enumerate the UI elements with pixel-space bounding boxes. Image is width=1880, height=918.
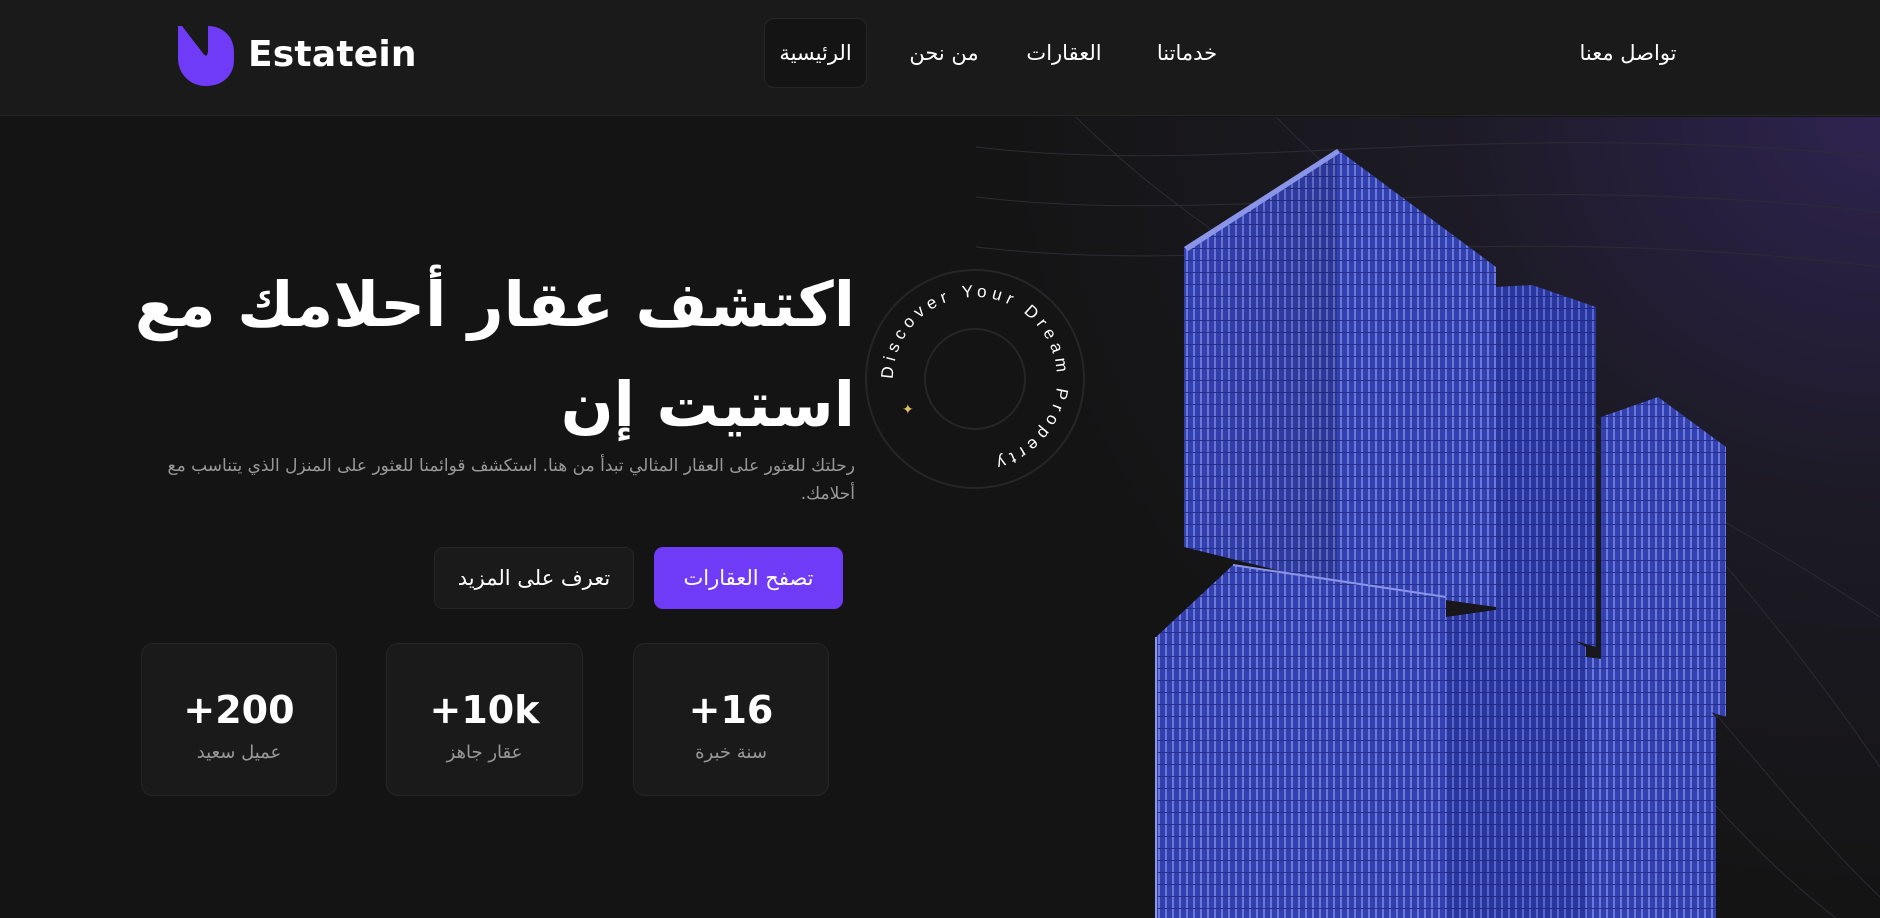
discover-badge[interactable]: Discover Your Dream Property ✦ — [864, 268, 1086, 490]
nav-properties[interactable]: العقارات — [1012, 18, 1116, 88]
logo-icon — [178, 26, 234, 86]
stat-label: عقار جاهز — [446, 742, 523, 763]
stat-value: +10k — [429, 688, 540, 732]
hero-title: اكتشف عقار أحلامك مع استيت إن — [120, 255, 855, 455]
nav-contact[interactable]: تواصل معنا — [1566, 18, 1690, 88]
building-illustration — [976, 117, 1880, 918]
stat-card-experience: +16 سنة خبرة — [633, 643, 829, 796]
learn-more-button[interactable]: تعرف على المزيد — [434, 547, 634, 609]
stat-card-clients: +200 عميل سعيد — [141, 643, 337, 796]
nav-home[interactable]: الرئيسية — [764, 18, 867, 88]
hero-title-line-2: استيت إن — [560, 368, 855, 441]
stat-value: +16 — [688, 688, 774, 732]
hero-title-line-1: اكتشف عقار أحلامك مع — [134, 268, 855, 341]
site-header: Estatein الرئيسية من نحن العقارات خدماتن… — [0, 0, 1880, 116]
hero-image — [976, 117, 1880, 918]
stat-card-properties: +10k عقار جاهز — [386, 643, 583, 796]
hero-subtitle: رحلتك للعثور على العقار المثالي تبدأ من … — [167, 456, 855, 504]
hero-content — [0, 117, 976, 918]
nav-about[interactable]: من نحن — [894, 18, 994, 88]
stat-value: +200 — [183, 688, 295, 732]
stat-label: سنة خبرة — [695, 742, 767, 763]
nav-services[interactable]: خدماتنا — [1142, 18, 1232, 88]
brand-logo[interactable]: Estatein — [178, 22, 417, 86]
browse-properties-button[interactable]: تصفح العقارات — [654, 547, 843, 609]
stat-label: عميل سعيد — [196, 742, 282, 763]
sparkle-icon: ✦ — [902, 402, 914, 418]
brand-name: Estatein — [248, 33, 417, 75]
